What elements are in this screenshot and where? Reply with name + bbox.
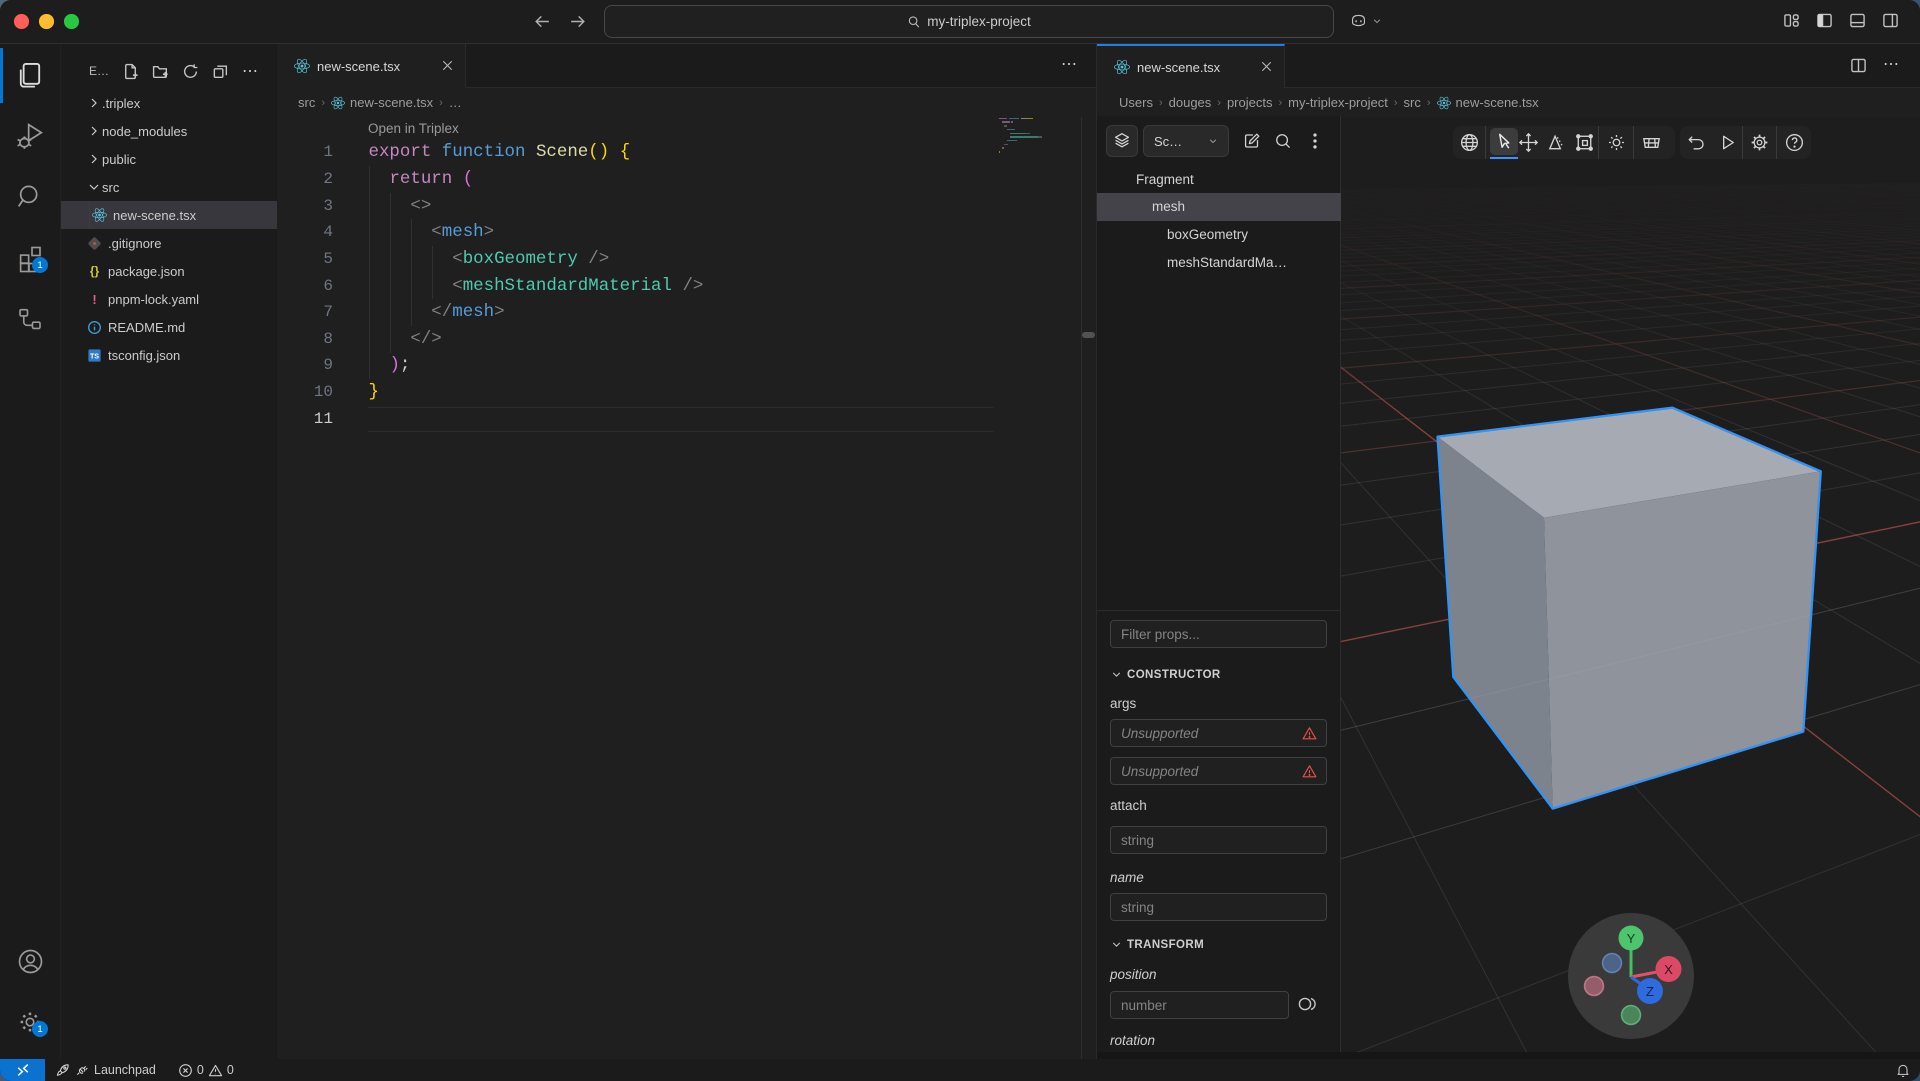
- svg-text:Y: Y: [1627, 931, 1636, 946]
- svg-text:X: X: [1664, 962, 1673, 977]
- svg-text:TS: TS: [90, 352, 99, 360]
- svg-text:Z: Z: [1646, 984, 1654, 999]
